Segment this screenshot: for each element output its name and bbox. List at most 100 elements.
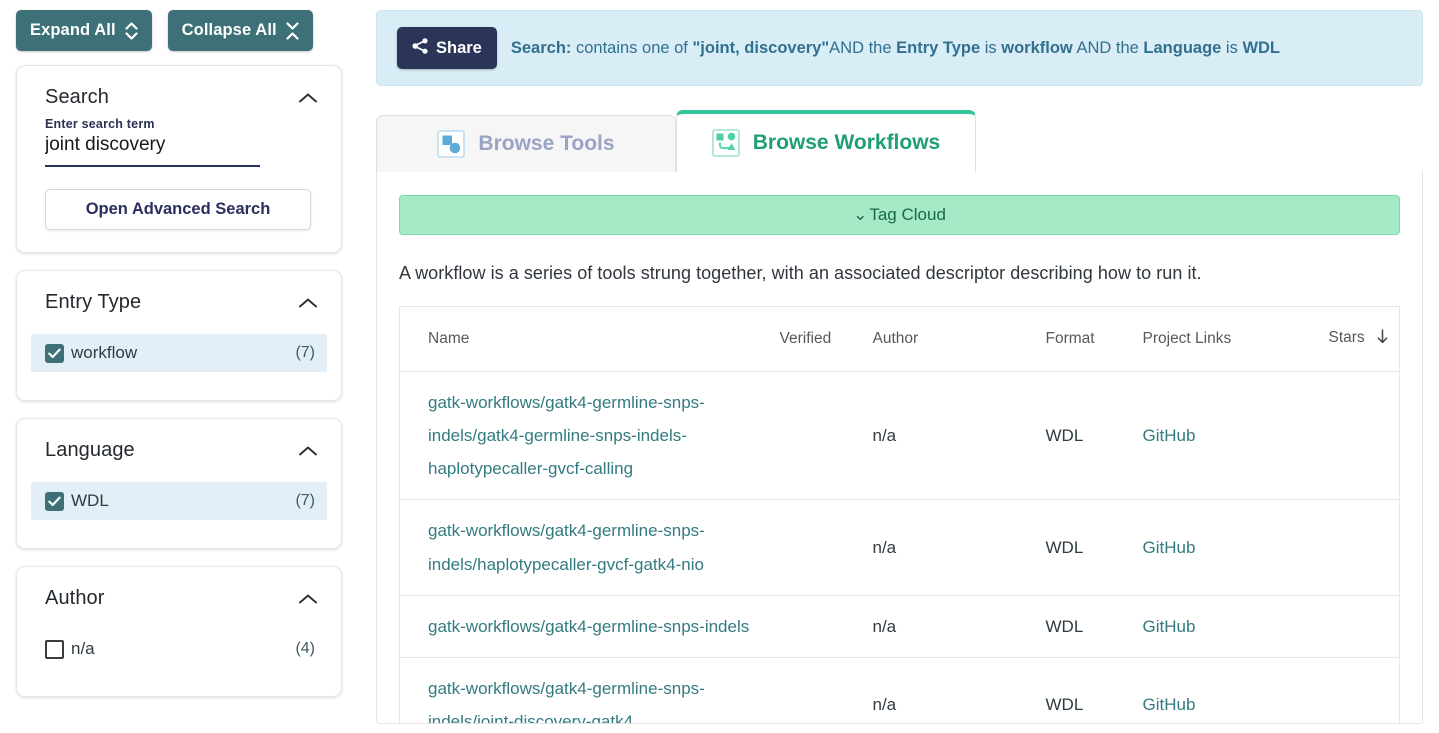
cell-author: n/a [872,595,1046,658]
facet-option-workflow[interactable]: workflow (7) [31,334,327,372]
table-row[interactable]: gatk-workflows/gatk4-germline-snps-indel… [399,371,1400,501]
expand-collapse-button-group: Expand All Collapse All [16,10,342,51]
column-header-project-links[interactable]: Project Links [1142,306,1329,372]
tag-cloud-toggle[interactable]: ⌄ Tag Cloud [399,195,1400,235]
cell-project-links: GitHub [1142,499,1329,596]
results-table-head: Name Verified Author Format Project Link… [399,306,1400,372]
cell-format: WDL [1045,595,1143,658]
facet-option-count: (4) [295,640,315,657]
facet-sidebar: Expand All Collapse All Search Enter sea… [0,0,360,733]
facet-entry-type-body: workflow (7) [17,334,341,400]
facet-language-body: WDL (7) [17,482,341,548]
cell-project-links: GitHub [1142,595,1329,658]
checkbox-checked-icon [45,491,64,511]
search-card-header: Search [17,66,341,115]
search-summary-facet-2: Language [1143,38,1222,57]
facet-author-body: n/a (4) [17,630,341,696]
tab-browse-tools[interactable]: Browse Tools [376,115,676,172]
github-link[interactable]: GitHub [1143,617,1196,636]
sort-descending-icon [1376,329,1389,349]
cell-stars [1328,499,1400,596]
workflows-panel: ⌄ Tag Cloud A workflow is a series of too… [376,171,1423,724]
chevron-down-up-icon [286,21,299,40]
collapse-all-label: Collapse All [181,21,277,39]
github-link[interactable]: GitHub [1143,426,1196,445]
checkbox-checked-icon [45,343,64,363]
facet-author-header: Author [17,567,341,616]
chevron-up-down-icon [125,21,138,40]
search-summary-text-3: is [980,38,1002,57]
tab-browse-tools-label: Browse Tools [478,132,615,155]
facet-option-count: (7) [295,344,315,361]
search-summary-text-5: is [1221,38,1243,57]
tab-browse-workflows[interactable]: Browse Workflows [676,110,976,172]
cell-stars [1328,595,1400,658]
search-summary-prefix: Search: [510,38,572,57]
workflow-description: A workflow is a series of tools strung t… [399,263,1202,283]
cell-project-links: GitHub [1142,371,1329,501]
cell-stars [1328,657,1400,723]
column-header-author[interactable]: Author [872,306,1046,372]
search-input[interactable] [45,134,260,167]
cell-verified [779,657,873,723]
open-advanced-search-button[interactable]: Open Advanced Search [45,189,311,230]
search-field-label: Enter search term [45,117,155,131]
chevron-up-icon[interactable] [297,292,319,314]
facet-author-title: Author [45,587,105,609]
chevron-up-icon[interactable] [297,87,319,109]
search-page: Expand All Collapse All Search Enter sea… [0,0,1439,733]
checkbox-unchecked-icon [45,639,64,659]
facet-language-header: Language [17,419,341,468]
tag-cloud-label: Tag Cloud [869,205,946,224]
github-link[interactable]: GitHub [1143,538,1196,557]
search-card: Search Enter search term Open Advanced S… [16,65,342,253]
cell-verified [779,371,873,501]
column-header-name[interactable]: Name [399,306,780,372]
results-table: Name Verified Author Format Project Link… [399,306,1400,723]
search-summary-facet-1: Entry Type [896,38,981,57]
workflow-name-link[interactable]: gatk-workflows/gatk4-germline-snps-indel… [428,679,705,723]
share-button[interactable]: Share [397,27,497,69]
expand-all-button[interactable]: Expand All [16,10,152,51]
facet-card-entry-type: Entry Type workflow (7) [16,270,342,401]
table-row[interactable]: gatk-workflows/gatk4-germline-snps-indel… [399,499,1400,596]
facet-card-language: Language WDL (7) [16,418,342,549]
workflow-name-link[interactable]: gatk-workflows/gatk4-germline-snps-indel… [428,617,749,636]
column-header-verified[interactable]: Verified [779,306,873,372]
cell-name: gatk-workflows/gatk4-germline-snps-indel… [399,595,780,658]
facet-option-wdl[interactable]: WDL (7) [31,482,327,520]
table-row[interactable]: gatk-workflows/gatk4-germline-snps-indel… [399,657,1400,723]
cell-verified [779,499,873,596]
search-summary-text-1: contains one of [571,38,693,57]
expand-all-label: Expand All [30,21,116,39]
cell-author: n/a [872,371,1046,501]
workflow-name-link[interactable]: gatk-workflows/gatk4-germline-snps-indel… [428,521,705,573]
results-table-body: gatk-workflows/gatk4-germline-snps-indel… [399,371,1400,723]
column-header-stars-label: Stars [1328,329,1365,346]
share-icon [412,37,429,59]
facet-option-count: (7) [295,492,315,509]
workflow-name-link[interactable]: gatk-workflows/gatk4-germline-snps-indel… [428,393,705,478]
facet-option-label: workflow [71,343,138,362]
chevron-up-icon[interactable] [297,440,319,462]
cell-verified [779,595,873,658]
search-summary-value-2: WDL [1242,38,1281,57]
search-card-body: Enter search term Open Advanced Search [17,115,341,252]
column-header-stars[interactable]: Stars [1328,306,1400,372]
collapse-all-button[interactable]: Collapse All [167,10,313,51]
cell-name: gatk-workflows/gatk4-germline-snps-indel… [399,371,780,501]
facet-option-na[interactable]: n/a (4) [31,630,327,668]
cell-format: WDL [1045,499,1143,596]
cell-name: gatk-workflows/gatk4-germline-snps-indel… [399,657,780,723]
search-card-title: Search [45,86,109,108]
search-summary-text: Search: contains one of "joint, discover… [511,38,1280,59]
cell-format: WDL [1045,657,1143,723]
cell-format: WDL [1045,371,1143,501]
search-summary-text-2: AND the [829,38,897,57]
facet-card-author: Author n/a (4) [16,566,342,697]
chevron-up-icon[interactable] [297,588,319,610]
table-row[interactable]: gatk-workflows/gatk4-germline-snps-indel… [399,595,1400,658]
github-link[interactable]: GitHub [1143,695,1196,714]
column-header-format[interactable]: Format [1045,306,1143,372]
share-button-label: Share [436,38,482,57]
